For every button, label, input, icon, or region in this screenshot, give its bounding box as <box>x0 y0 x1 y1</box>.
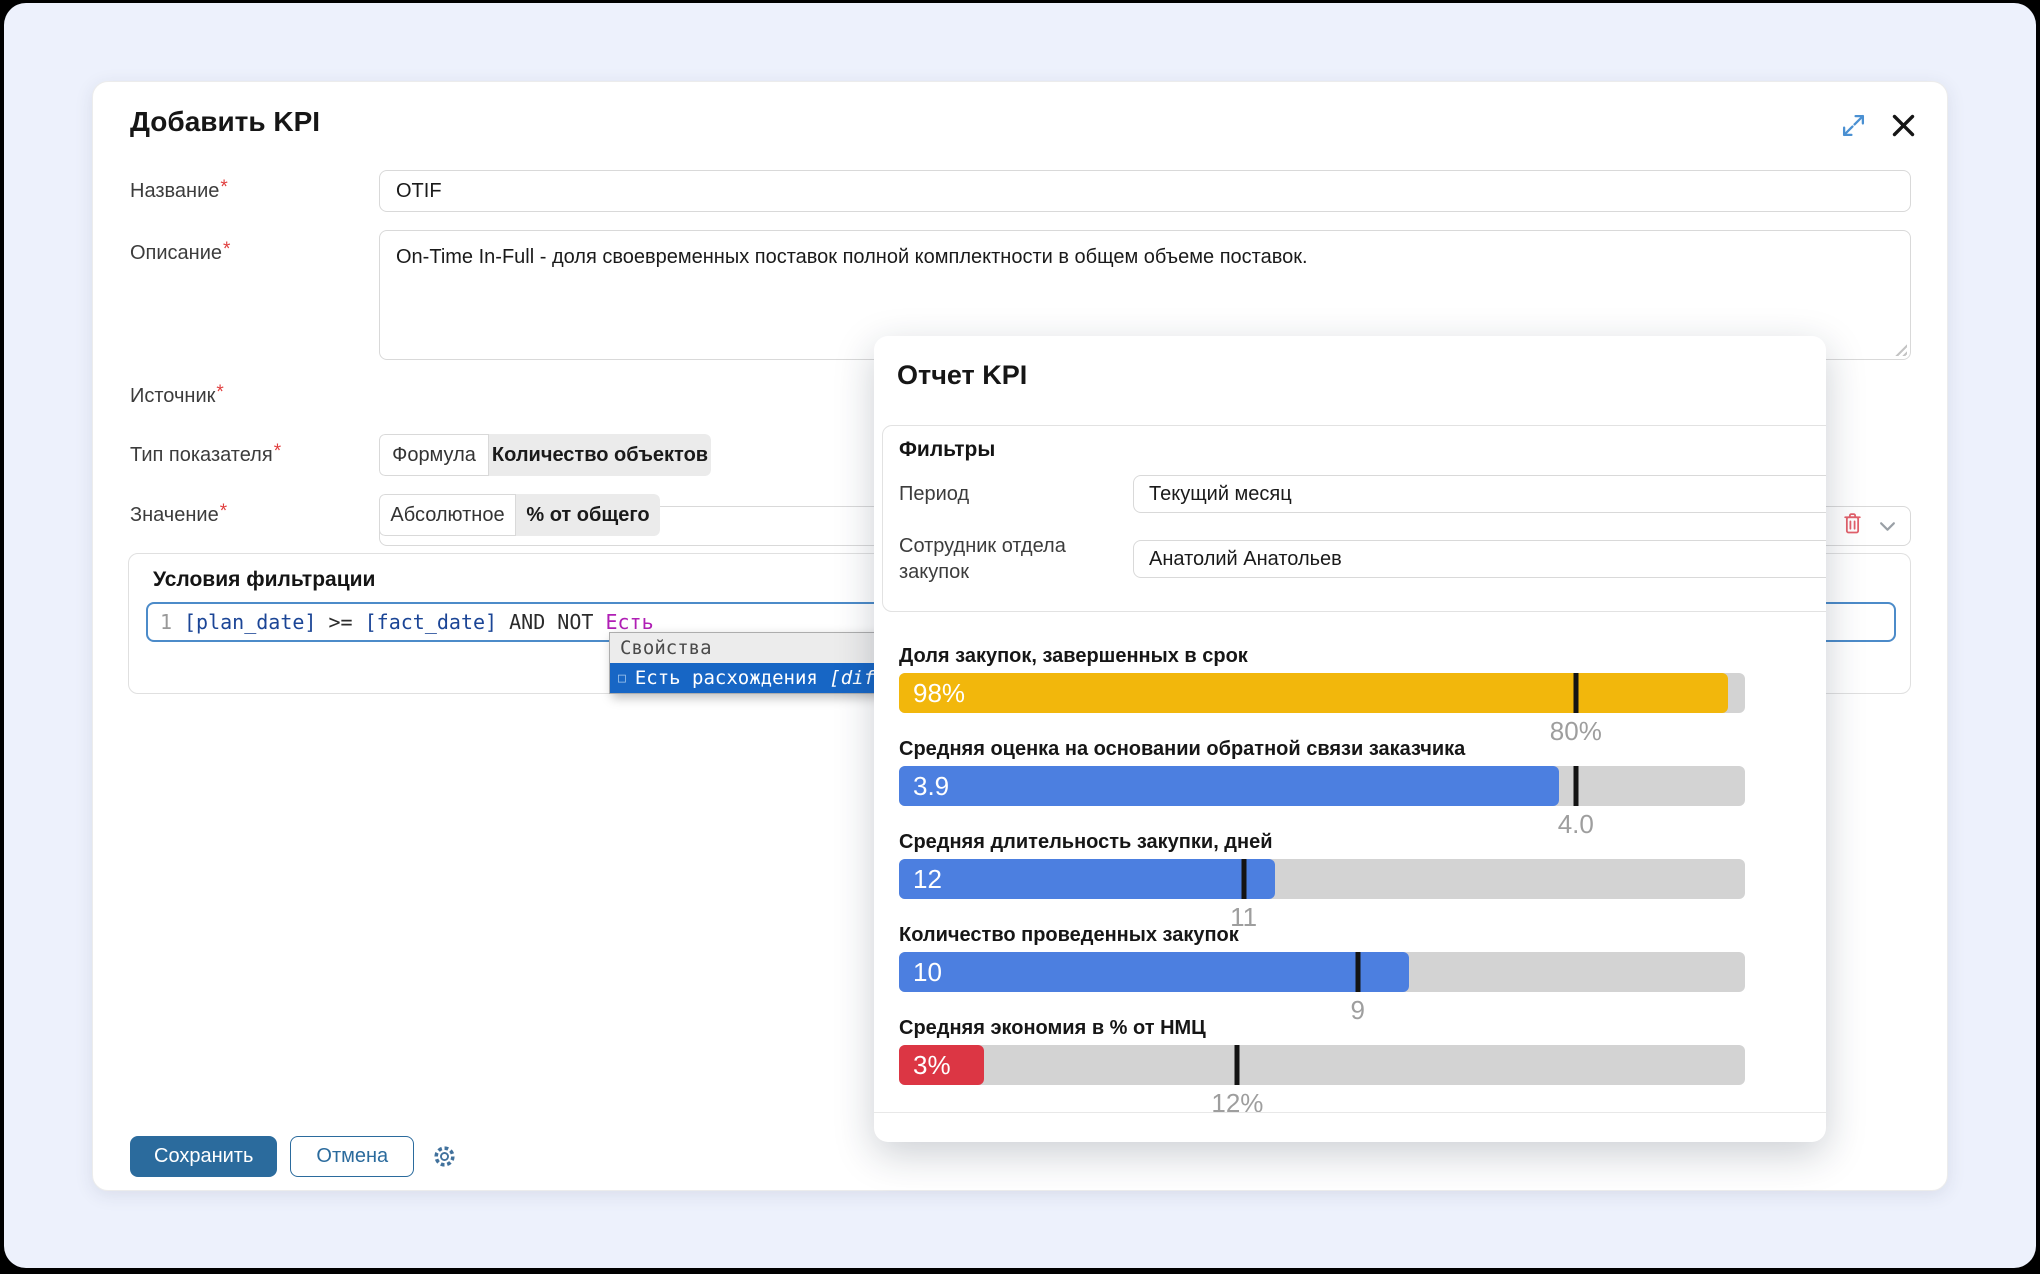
cancel-button[interactable]: Отмена <box>290 1136 414 1177</box>
kpi-track: 3% <box>899 1045 1745 1085</box>
period-input[interactable] <box>1133 475 1826 513</box>
autocomplete-dropdown: Свойства □ Есть расхождения [dif <box>609 632 903 694</box>
kpi-chart-list: Доля закупок, завершенных в срок 98% 80%… <box>899 645 1745 1110</box>
kpi-row-avg-feedback-score: Средняя оценка на основании обратной свя… <box>899 738 1745 831</box>
kpi-target-marker <box>1235 1045 1240 1085</box>
resize-handle-icon[interactable] <box>1892 341 1907 356</box>
app-background: Добавить KPI Название* Описание* On-Time… <box>4 3 2036 1268</box>
kpi-bar: 3.9 <box>899 766 1559 806</box>
kpi-bar: 3% <box>899 1045 984 1085</box>
kpi-bar: 10 <box>899 952 1409 992</box>
report-footer-divider <box>874 1112 1826 1113</box>
kpi-row-on-time-share: Доля закупок, завершенных в срок 98% 80% <box>899 645 1745 738</box>
autocomplete-group-header: Свойства <box>610 633 902 663</box>
kpi-track: 12 <box>899 859 1745 899</box>
report-filters-heading: Фильтры <box>899 438 995 462</box>
filter-expression-code: [plan_date] >= [fact_date] AND NOT Есть <box>184 610 654 634</box>
trash-icon[interactable] <box>1842 512 1863 541</box>
source-label: Источник* <box>130 385 224 408</box>
save-button[interactable]: Сохранить <box>130 1136 277 1177</box>
report-filters-box: Фильтры Период Сотрудник отдела закупок <box>882 425 1826 612</box>
value-option-percent[interactable]: % от общего <box>516 494 660 536</box>
name-input[interactable] <box>379 170 1911 212</box>
indicator-type-label: Тип показателя* <box>130 444 281 467</box>
kpi-track: 3.9 <box>899 766 1745 806</box>
period-label: Период <box>899 481 969 507</box>
type-option-formula[interactable]: Формула <box>379 434 489 476</box>
kpi-row-procurement-count: Количество проведенных закупок 10 9 <box>899 924 1745 1017</box>
property-bullet-icon: □ <box>618 671 626 686</box>
chevron-down-icon[interactable] <box>1879 515 1896 538</box>
kpi-row-avg-savings: Средняя экономия в % от НМЦ 3% 12% <box>899 1017 1745 1110</box>
kpi-row-avg-duration: Средняя длительность закупки, дней 12 11 <box>899 831 1745 924</box>
filter-conditions-title: Условия фильтрации <box>153 568 375 592</box>
close-icon[interactable] <box>1890 112 1917 139</box>
kpi-target-label: 12% <box>1211 1088 1263 1119</box>
kpi-track: 98% <box>899 673 1745 713</box>
value-option-absolute[interactable]: Абсолютное <box>379 494 516 536</box>
autocomplete-item[interactable]: □ Есть расхождения [dif <box>610 663 902 693</box>
name-label: Название* <box>130 180 228 203</box>
description-label: Описание* <box>130 242 230 265</box>
value-mode-label: Значение* <box>130 504 227 527</box>
modal-title: Добавить KPI <box>130 106 320 138</box>
expand-icon[interactable] <box>1841 113 1866 138</box>
employee-label: Сотрудник отдела закупок <box>899 533 1109 585</box>
kpi-target-marker <box>1573 673 1578 713</box>
kpi-track: 10 <box>899 952 1745 992</box>
kpi-target-marker <box>1573 766 1578 806</box>
kpi-report-panel: Отчет KPI Фильтры Период Сотрудник отдел… <box>874 336 1826 1142</box>
kpi-bar: 12 <box>899 859 1275 899</box>
report-title: Отчет KPI <box>897 360 1027 391</box>
editor-line-number: 1 <box>148 610 184 634</box>
kpi-target-marker <box>1355 952 1360 992</box>
type-option-object-count[interactable]: Количество объектов <box>489 434 711 476</box>
employee-input[interactable] <box>1133 540 1826 578</box>
gear-icon[interactable] <box>432 1144 457 1169</box>
kpi-bar: 98% <box>899 673 1728 713</box>
kpi-target-marker <box>1241 859 1246 899</box>
